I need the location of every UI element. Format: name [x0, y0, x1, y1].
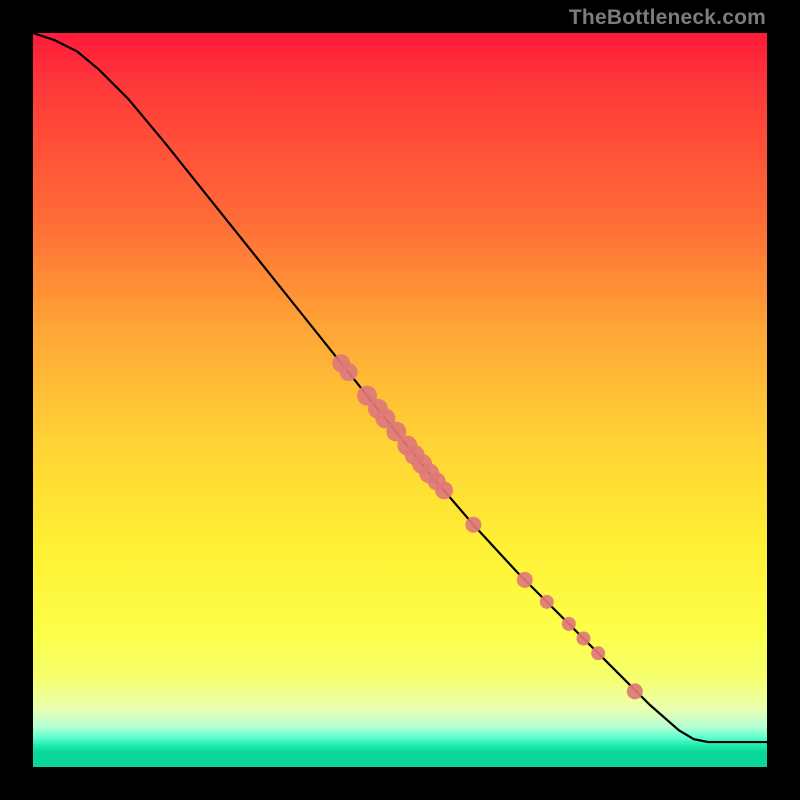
data-marker [591, 646, 605, 660]
data-marker [435, 481, 453, 499]
data-marker [577, 632, 591, 646]
data-marker [540, 595, 554, 609]
plot-area [33, 33, 767, 767]
chart-svg [33, 33, 767, 767]
markers-group [332, 354, 643, 699]
curve-line [33, 33, 767, 742]
watermark-text: TheBottleneck.com [569, 6, 766, 30]
data-marker [562, 617, 576, 631]
data-marker [627, 683, 643, 699]
data-marker [465, 517, 481, 533]
data-marker [517, 572, 533, 588]
data-marker [340, 363, 358, 381]
chart-stage: TheBottleneck.com [0, 0, 800, 800]
